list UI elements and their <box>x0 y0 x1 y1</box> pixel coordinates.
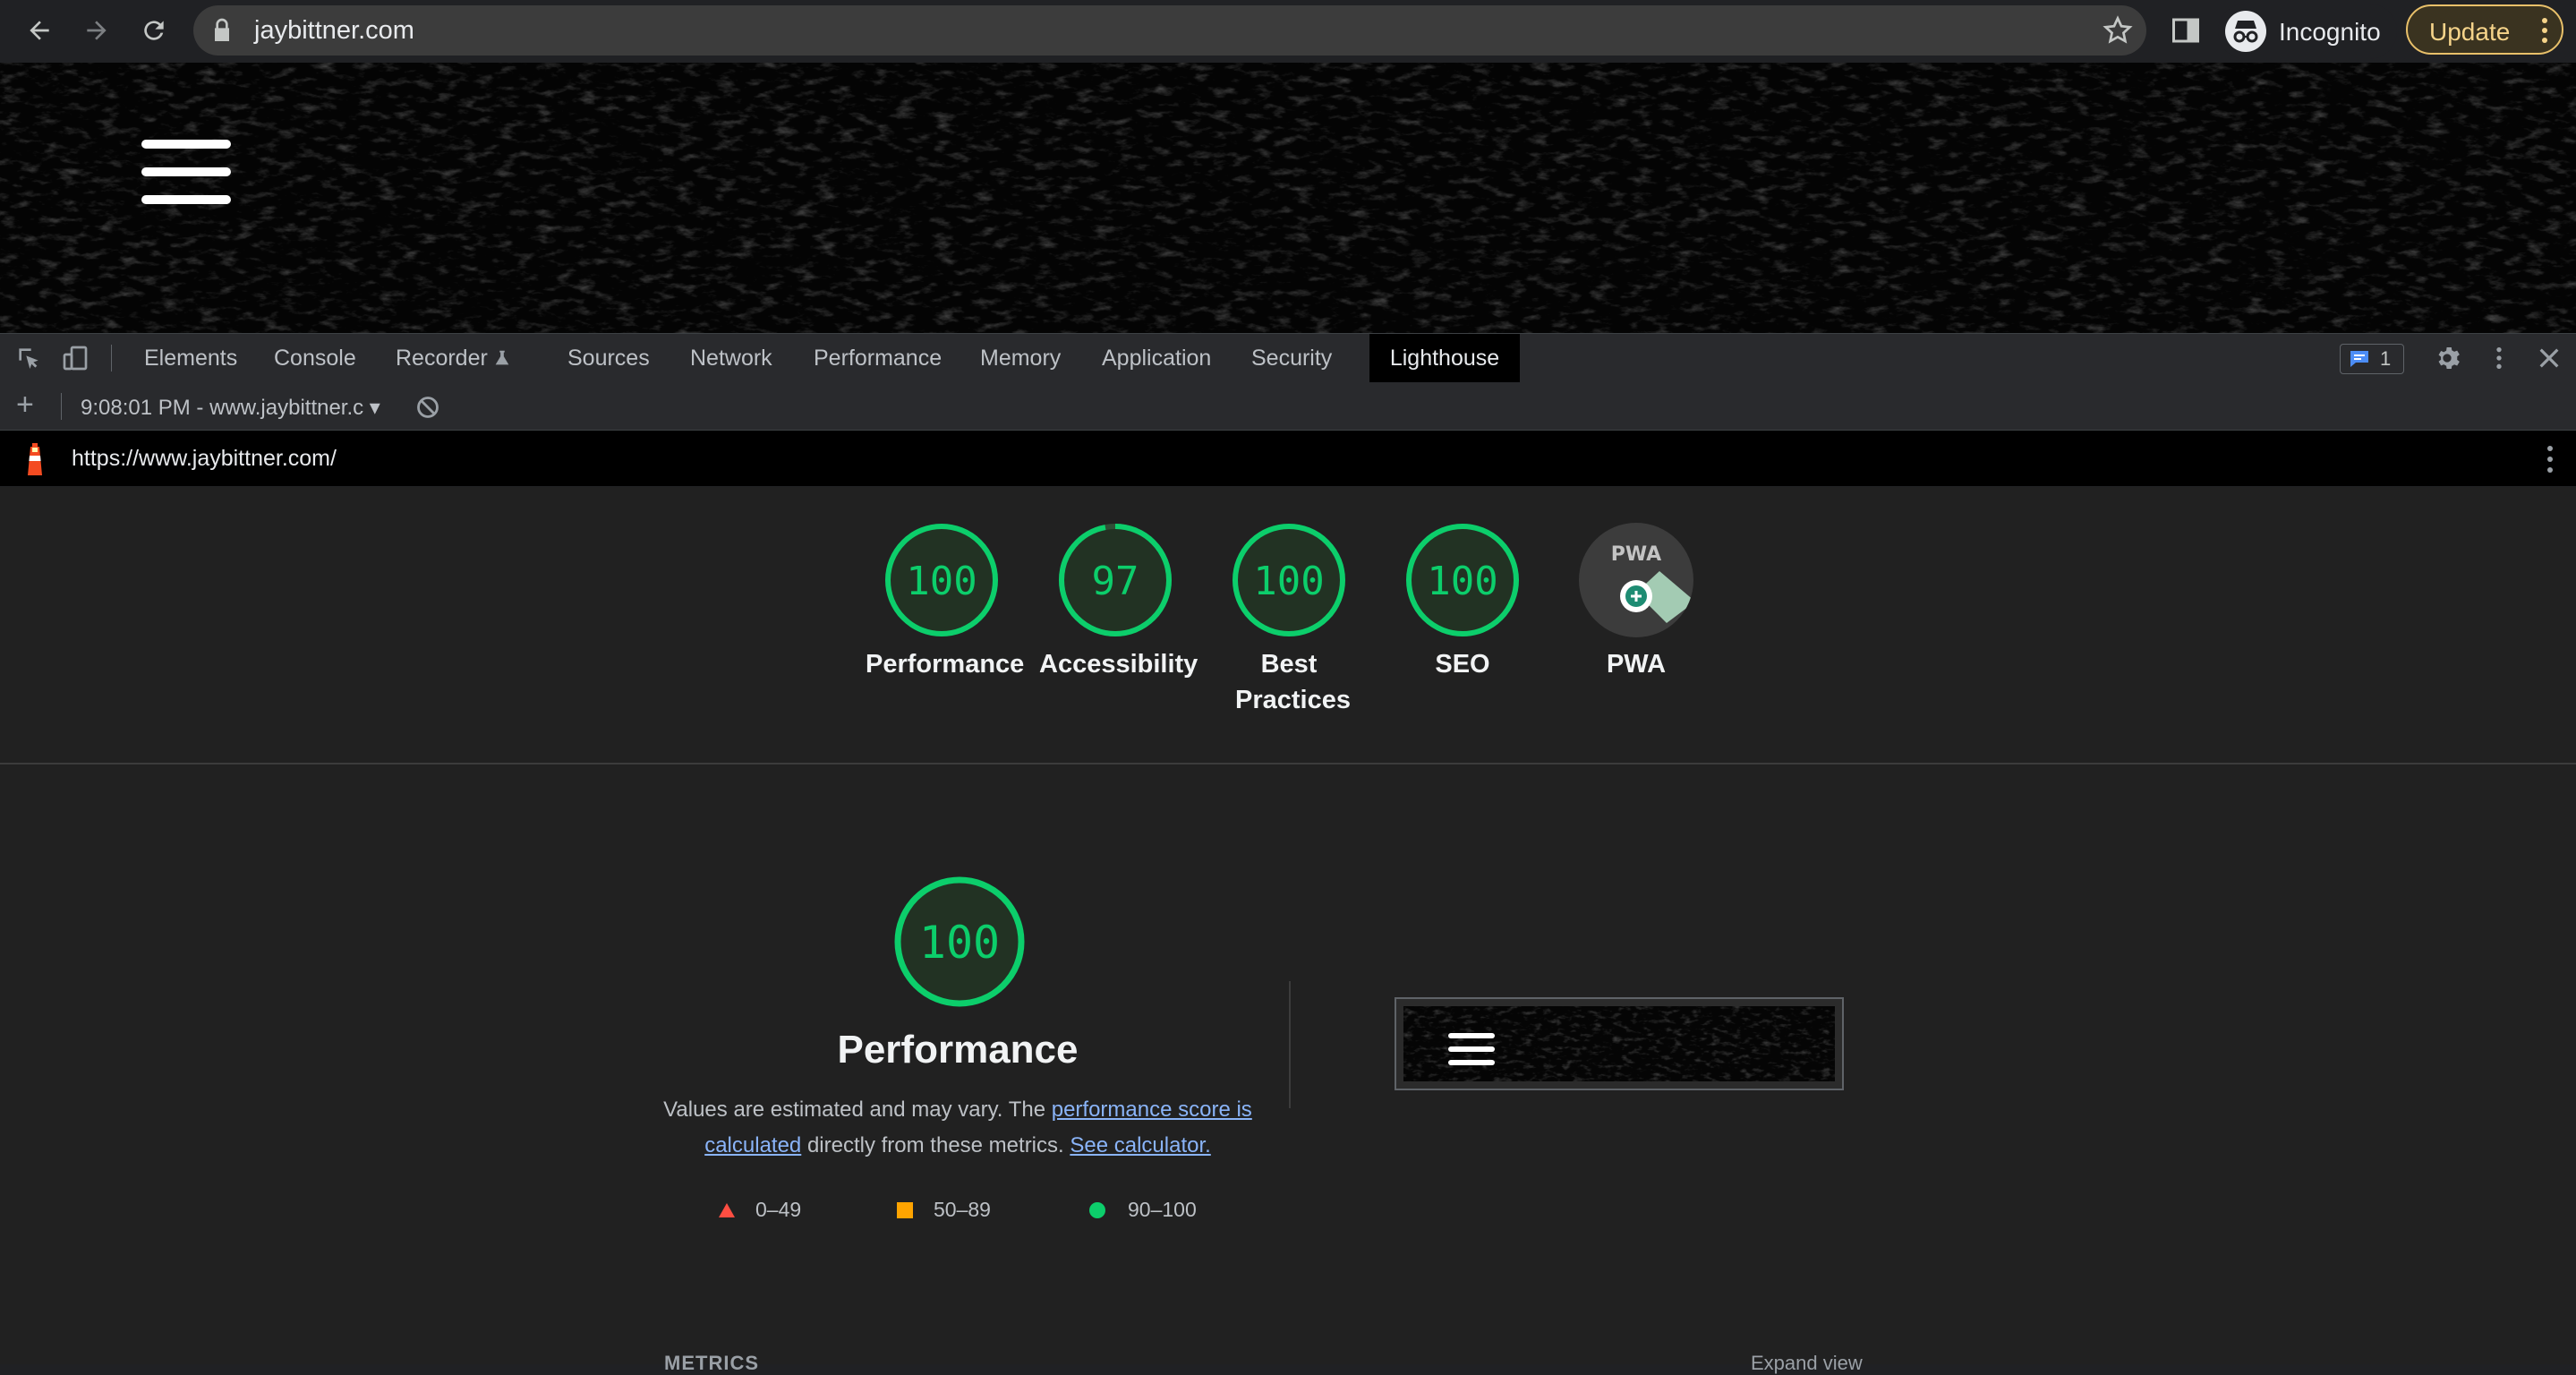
toolbar-divider <box>61 393 62 420</box>
screenshot-texture <box>1403 1006 1835 1081</box>
gauge-best-practices[interactable]: 100 Best Practices <box>1213 521 1365 718</box>
gauge-label: Accessibility <box>1039 650 1198 679</box>
update-label: Update <box>2429 18 2511 46</box>
lighthouse-logo-icon <box>28 443 42 475</box>
report-selector-label: 9:08:01 PM - www.jaybittner.c <box>81 396 364 420</box>
gauge-ring: 97 <box>1059 524 1172 636</box>
tab-performance[interactable]: Performance <box>792 334 963 382</box>
issues-badge[interactable]: 1 <box>2340 344 2404 374</box>
gauge-label: SEO <box>1435 650 1490 679</box>
forward-icon[interactable] <box>73 7 120 54</box>
tab-console[interactable]: Console <box>252 334 378 382</box>
performance-big-score: 100 <box>919 917 1000 969</box>
performance-description: Values are estimated and may vary. The p… <box>644 1092 1271 1164</box>
desc-text: directly from these metrics. <box>801 1133 1070 1157</box>
incognito-button[interactable]: Incognito <box>2218 4 2397 59</box>
clear-reports-icon[interactable] <box>415 395 440 420</box>
gauge-label: Best Practices <box>1235 650 1351 714</box>
site-menu-button[interactable] <box>141 140 231 204</box>
tab-lighthouse[interactable]: Lighthouse <box>1369 334 1520 382</box>
gauge-label: Performance <box>866 650 1025 679</box>
expand-view-toggle[interactable]: Expand view <box>1751 1352 1863 1375</box>
more-options-icon[interactable] <box>2485 344 2513 372</box>
address-bar[interactable]: jaybittner.com <box>193 5 2146 56</box>
tab-elements[interactable]: Elements <box>123 334 259 382</box>
issues-icon <box>2350 351 2368 367</box>
device-toolbar-icon[interactable] <box>61 344 90 372</box>
browser-toolbar: jaybittner.com Incognito Update <box>0 0 2576 63</box>
report-menu-icon[interactable] <box>2546 445 2555 474</box>
gauge-score: 97 <box>1092 559 1139 604</box>
final-screenshot-thumbnail[interactable] <box>1395 997 1844 1090</box>
report-url[interactable]: https://www.jaybittner.com/ <box>72 446 337 472</box>
average-square-icon <box>897 1202 913 1218</box>
gauge-label: PWA <box>1606 650 1667 679</box>
lock-icon[interactable] <box>208 16 236 45</box>
reload-icon[interactable] <box>131 7 177 54</box>
new-report-plus-icon[interactable]: + <box>16 389 34 420</box>
performance-title: Performance <box>837 1028 1079 1072</box>
tab-memory[interactable]: Memory <box>959 334 1082 382</box>
experimental-flask-icon <box>495 350 509 365</box>
legend-pass: 90–100 <box>1088 1198 1197 1222</box>
incognito-icon <box>2225 11 2266 52</box>
performance-big-gauge: 100 <box>894 876 1025 1007</box>
pwa-badge-text: PWA <box>1611 543 1661 566</box>
tab-recorder[interactable]: Recorder <box>374 334 509 382</box>
report-url-bar: https://www.jaybittner.com/ <box>0 431 2576 486</box>
gauge-ring: 100 <box>885 524 998 636</box>
issues-count: 1 <box>2380 347 2392 370</box>
more-icon <box>2542 18 2547 43</box>
star-icon[interactable] <box>2102 14 2134 47</box>
gauge-ring: 100 <box>1406 524 1519 636</box>
legend-average: 50–89 <box>896 1198 991 1222</box>
screenshot-image <box>1403 1006 1835 1081</box>
gauge-score: 100 <box>1253 559 1324 604</box>
pass-circle-icon <box>1089 1202 1105 1218</box>
legend-fail: 0–49 <box>718 1198 801 1222</box>
pwa-badge-icon: PWA <box>1579 523 1693 637</box>
legend-range: 0–49 <box>755 1198 802 1221</box>
gauge-score: 100 <box>1427 559 1497 604</box>
gauge-seo[interactable]: 100 SEO <box>1386 521 1539 682</box>
tab-network[interactable]: Network <box>669 334 794 382</box>
tab-security[interactable]: Security <box>1230 334 1353 382</box>
side-panel-icon[interactable] <box>2170 14 2202 47</box>
page-hero-background <box>0 63 2576 333</box>
tab-sources[interactable]: Sources <box>546 334 671 382</box>
report-selector[interactable]: 9:08:01 PM - www.jaybittner.c ▾ <box>81 395 380 421</box>
gauge-ring: 100 <box>1233 524 1345 636</box>
lighthouse-toolbar: + 9:08:01 PM - www.jaybittner.c ▾ <box>0 382 2576 431</box>
update-button[interactable]: Update <box>2406 4 2563 55</box>
gauge-accessibility[interactable]: 97 Accessibility <box>1039 521 1198 682</box>
close-devtools-icon[interactable] <box>2535 344 2563 372</box>
settings-gear-icon[interactable] <box>2433 344 2461 372</box>
tab-application[interactable]: Application <box>1080 334 1233 382</box>
inspect-element-icon[interactable] <box>14 344 43 372</box>
section-divider <box>0 763 2576 764</box>
gauge-score: 100 <box>906 559 977 604</box>
legend-range: 90–100 <box>1128 1198 1197 1221</box>
incognito-label: Incognito <box>2279 18 2381 46</box>
fail-triangle-icon <box>719 1203 735 1217</box>
see-calculator-link[interactable]: See calculator. <box>1070 1133 1210 1157</box>
devtools-tab-bar: Elements Console Recorder Sources Networ… <box>0 333 2576 383</box>
legend-range: 50–89 <box>934 1198 991 1221</box>
gauge-pwa[interactable]: PWA PWA <box>1560 521 1712 682</box>
section-vertical-divider <box>1289 981 1291 1108</box>
back-icon[interactable] <box>16 7 63 54</box>
url-text[interactable]: jaybittner.com <box>254 16 414 46</box>
rock-texture-image <box>0 63 2576 333</box>
desc-text: Values are estimated and may vary. The <box>663 1097 1052 1122</box>
gauge-performance[interactable]: 100 Performance <box>866 521 1025 682</box>
metrics-heading: METRICS <box>664 1352 759 1374</box>
toolbar-divider <box>111 345 112 372</box>
